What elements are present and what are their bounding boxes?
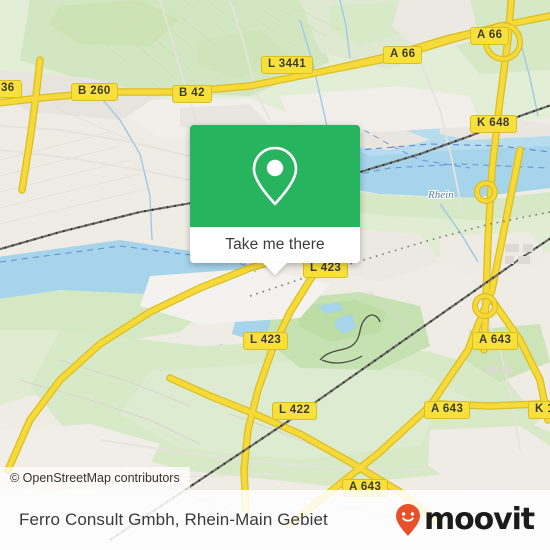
road-shield[interactable]: K 18 xyxy=(528,401,550,419)
road-shield[interactable]: A 643 xyxy=(472,332,519,350)
road-shield[interactable]: L 422 xyxy=(272,402,318,420)
location-title: Ferro Consult Gmbh, Rhein-Main Gebiet xyxy=(19,510,328,529)
moovit-wordmark: moovit xyxy=(423,502,535,537)
road-shield[interactable]: K 648 xyxy=(470,115,517,133)
road-shield[interactable]: A 66 xyxy=(383,46,423,64)
location-popup-card[interactable]: Take me there xyxy=(190,125,360,275)
footer-bar: Ferro Consult Gmbh, Rhein-Main Gebiet mo… xyxy=(0,490,550,550)
moovit-logo[interactable]: moovit xyxy=(394,502,535,537)
take-me-there-button[interactable]: Take me there xyxy=(190,227,360,263)
road-shield[interactable]: L 423 xyxy=(243,332,289,350)
osm-attribution[interactable]: © OpenStreetMap contributors xyxy=(0,467,190,490)
water-label-rhein: Rhein xyxy=(428,189,454,201)
popup-pointer-tail xyxy=(263,263,287,275)
popup-icon-panel xyxy=(190,125,360,227)
road-shield[interactable]: L 3441 xyxy=(261,56,313,74)
moovit-pin-smiley-icon xyxy=(395,504,420,536)
road-shield[interactable]: A 643 xyxy=(424,401,471,419)
take-me-there-label: Take me there xyxy=(225,236,325,253)
map-screenshot: Rhein 36 B 260 B 42 L 3441 A 66 A 66 K 6… xyxy=(0,0,550,550)
road-shield[interactable]: B 42 xyxy=(172,85,212,103)
road-shield[interactable]: 36 xyxy=(0,80,22,98)
road-shield[interactable]: B 260 xyxy=(71,83,118,101)
road-shield[interactable]: A 66 xyxy=(470,27,510,45)
map-pin-icon xyxy=(252,146,298,206)
